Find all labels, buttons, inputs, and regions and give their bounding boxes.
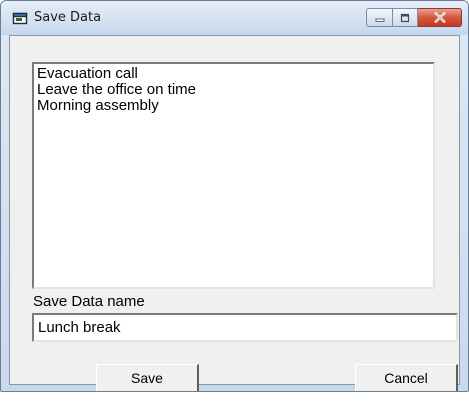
- cancel-button[interactable]: Cancel: [355, 364, 458, 391]
- list-item[interactable]: Evacuation call: [37, 66, 430, 82]
- save-data-name-label: Save Data name: [33, 293, 145, 310]
- save-button[interactable]: Save: [96, 364, 199, 391]
- save-data-name-field[interactable]: [32, 313, 458, 342]
- list-item[interactable]: Leave the office on time: [37, 82, 430, 98]
- list-item[interactable]: Morning assembly: [37, 98, 430, 114]
- save-data-window: Save Data Evacuation call Leave the offi…: [0, 0, 469, 392]
- dialog-client-area: Evacuation call Leave the office on time…: [9, 35, 460, 391]
- save-data-listbox[interactable]: Evacuation call Leave the office on time…: [32, 62, 435, 289]
